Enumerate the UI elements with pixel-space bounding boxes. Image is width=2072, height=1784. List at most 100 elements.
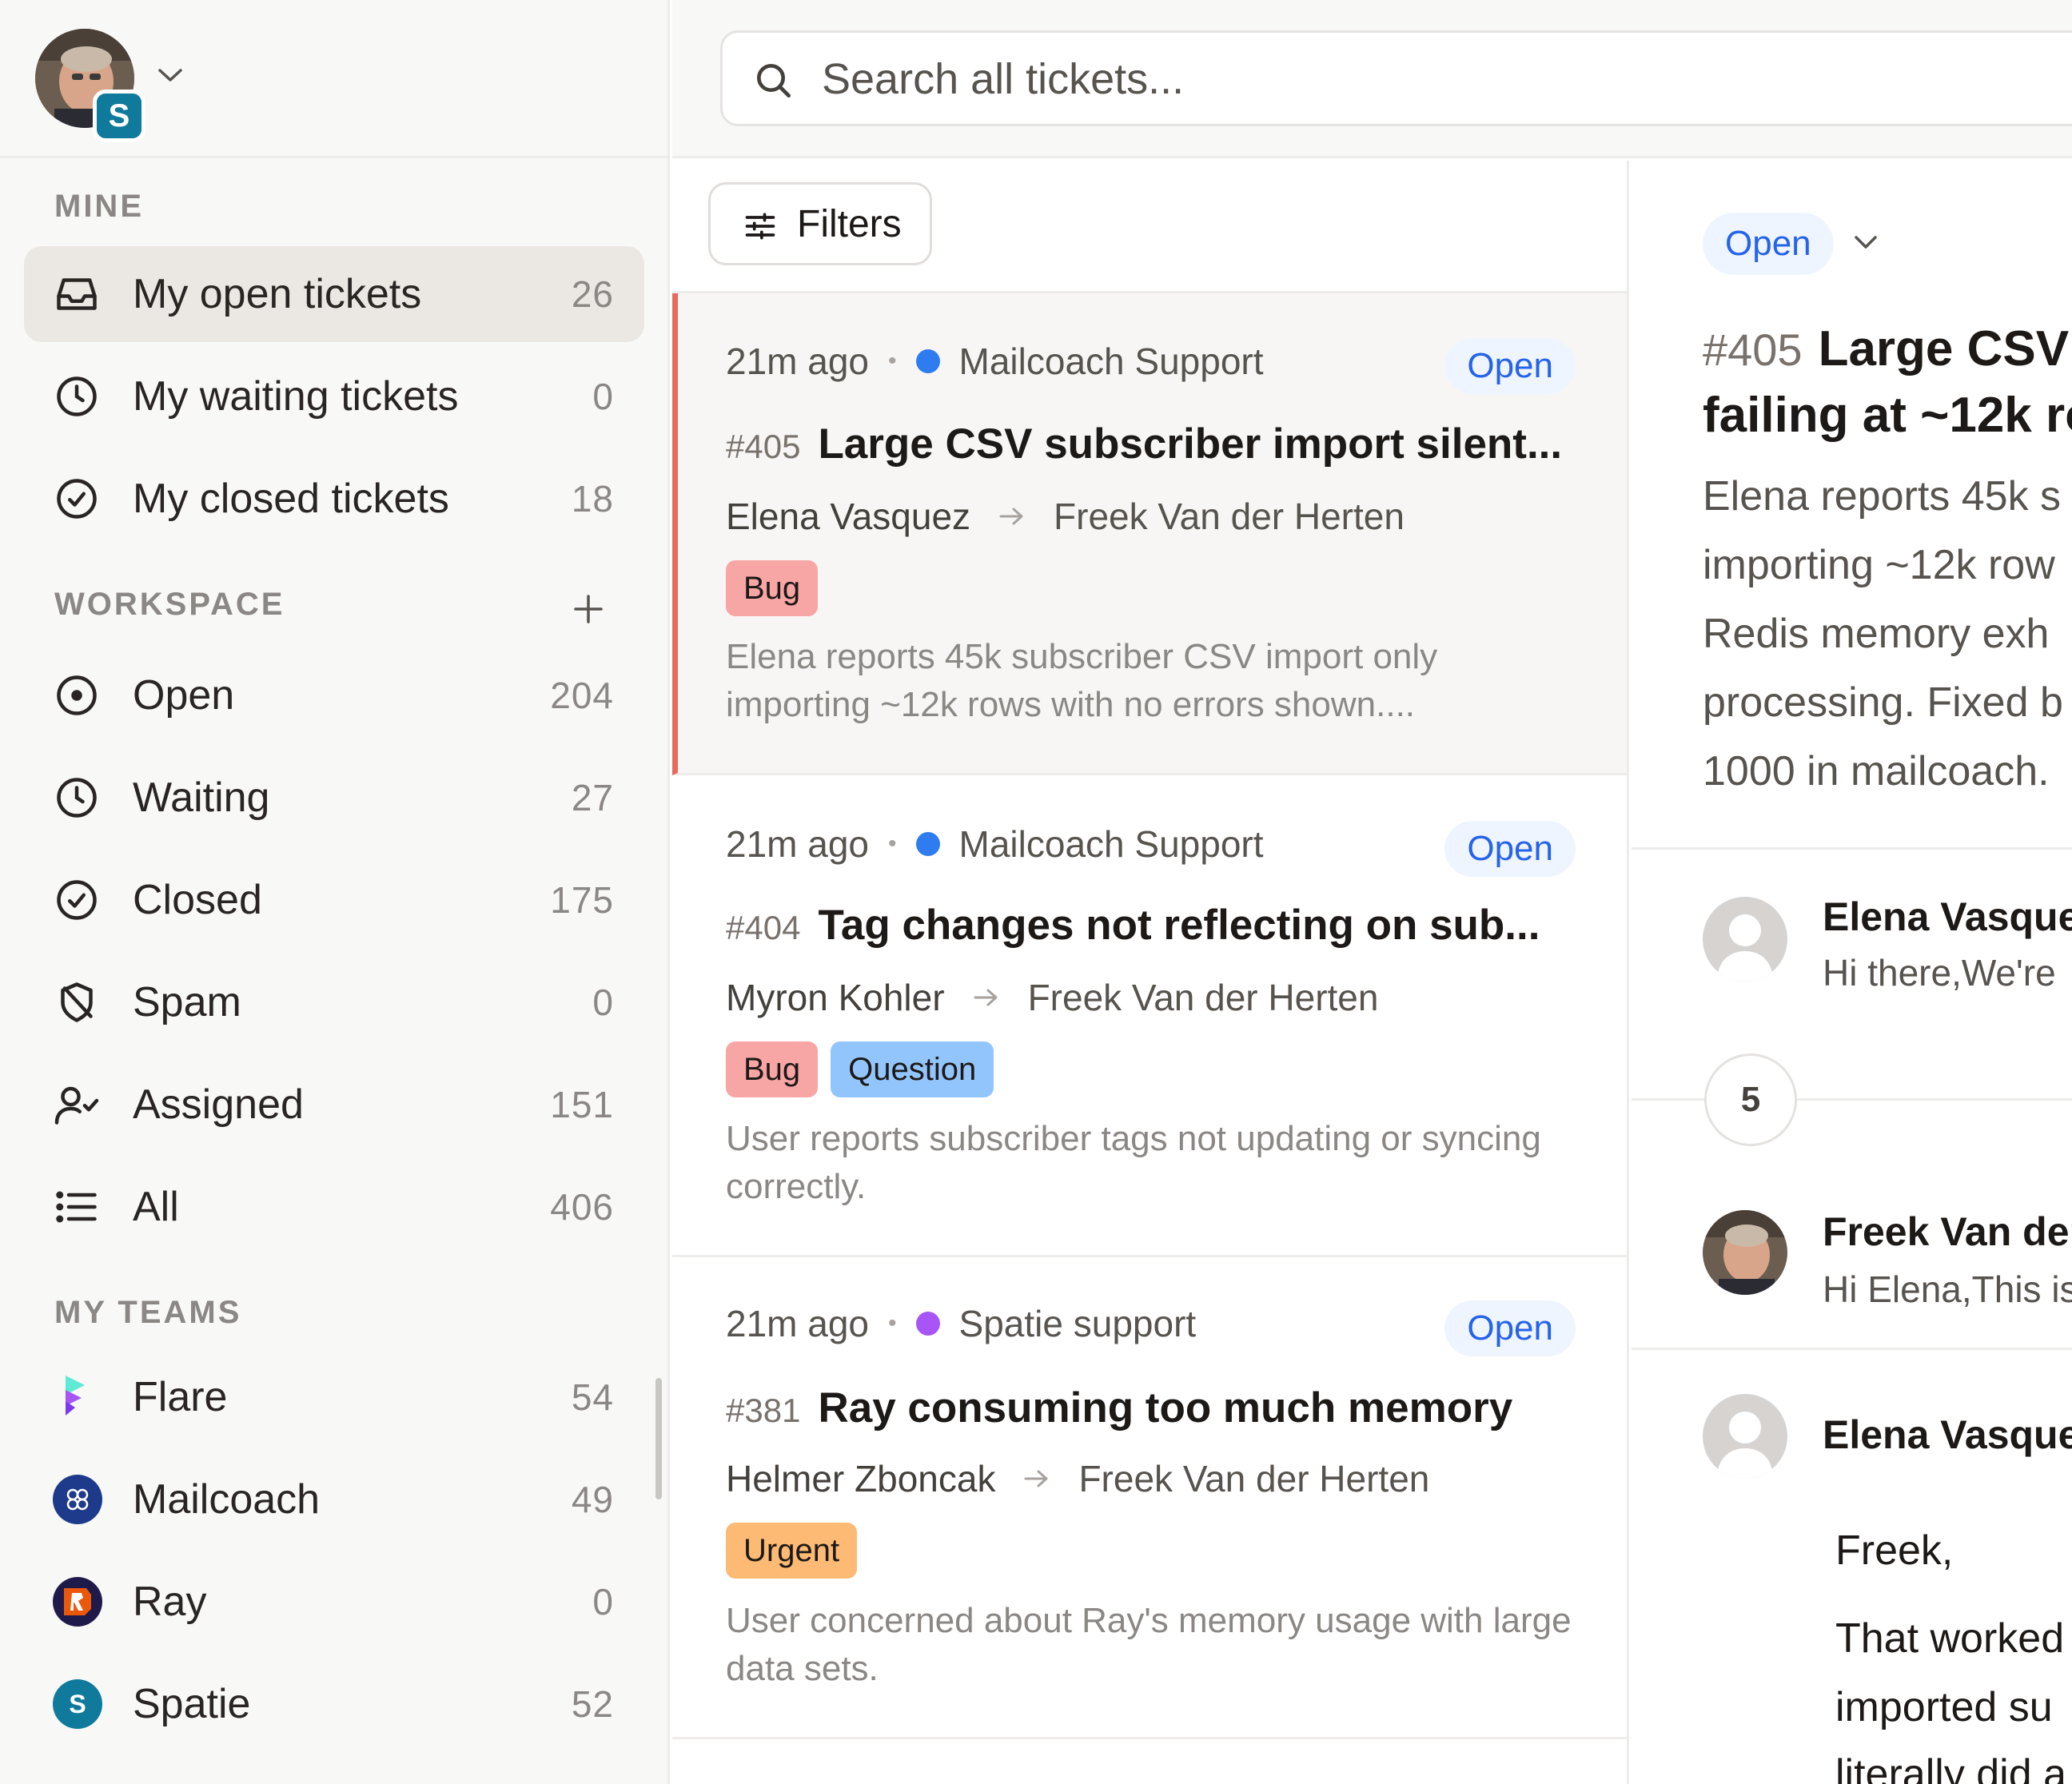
team-color-dot — [915, 349, 940, 373]
nav-label: Spam — [133, 979, 241, 1025]
filters-label: Filters — [797, 202, 902, 245]
filters-button[interactable]: Filters — [708, 182, 932, 265]
nav-label: My waiting tickets — [133, 373, 459, 420]
nav-my-waiting-tickets[interactable]: My waiting tickets 0 — [24, 348, 644, 444]
detail-title-line-2: failing at ~12k ro — [1703, 388, 2072, 443]
list-icon — [53, 1183, 101, 1231]
detail-title: #405 Large CSV failing at ~12k ro — [1703, 317, 2072, 448]
add-workspace-view-button[interactable] — [569, 590, 608, 628]
search-input[interactable] — [822, 49, 1941, 110]
nav-label: Waiting — [133, 775, 270, 821]
nav-label: My open tickets — [133, 271, 422, 317]
divider — [1632, 1348, 2072, 1350]
search-box[interactable] — [720, 30, 2072, 126]
detail-ticket-number: #405 — [1703, 325, 1803, 375]
arrow-right-icon — [999, 508, 1023, 525]
sidebar-scrollbar[interactable] — [655, 1378, 662, 1499]
nav-closed[interactable]: Closed 175 — [24, 852, 644, 948]
message-body-line: imported su — [1835, 1684, 2053, 1730]
chevron-down-icon[interactable] — [1853, 233, 1879, 251]
chevron-down-icon[interactable] — [157, 66, 184, 85]
nav-count: 151 — [550, 1084, 614, 1125]
nav-team-mailcoach[interactable]: Mailcoach 49 — [24, 1451, 644, 1547]
ticket-route: Elena Vasquez Freek Van der Herten — [726, 495, 1405, 538]
ticket-meta: 21m ago • Mailcoach Support — [726, 340, 1264, 383]
ticket-route: Helmer Zboncak Freek Van der Herten — [726, 1457, 1429, 1500]
clock-icon — [53, 774, 101, 822]
tag-bug[interactable]: Bug — [726, 1041, 819, 1097]
ticket-tags: Urgent — [726, 1523, 858, 1579]
agent-avatar — [1703, 1210, 1787, 1295]
nav-label: Ray — [133, 1579, 207, 1625]
separator: • — [888, 830, 897, 857]
ticket-number: #381 — [726, 1392, 801, 1429]
nav-all[interactable]: All 406 — [24, 1159, 644, 1255]
tag-urgent[interactable]: Urgent — [726, 1523, 858, 1579]
nav-team-ray[interactable]: Ray 0 — [24, 1554, 644, 1650]
ticket-tags: Bug Question — [726, 1041, 994, 1097]
arrow-right-icon — [1024, 1470, 1048, 1487]
team-color-dot — [915, 1312, 940, 1336]
collapsed-messages-count[interactable]: 5 — [1704, 1053, 1797, 1146]
ticket-requester: Myron Kohler — [726, 977, 945, 1018]
nav-my-open-tickets[interactable]: My open tickets 26 — [24, 246, 644, 342]
nav-count: 52 — [571, 1683, 614, 1725]
ticket-number: #405 — [726, 428, 801, 465]
current-team-badge: S — [93, 90, 145, 142]
ticket-requester: Helmer Zboncak — [726, 1458, 996, 1499]
ticket-team: Mailcoach Support — [958, 340, 1264, 382]
detail-summary: Elena reports 45k s importing ~12k row R… — [1703, 473, 2063, 794]
status-badge: Open — [1444, 1300, 1576, 1356]
avatar-placeholder — [1703, 897, 1787, 982]
nav-label: My closed tickets — [133, 476, 449, 522]
ticket-assignee: Freek Van der Herten — [1027, 977, 1379, 1018]
dot-circle-icon — [53, 671, 101, 719]
section-label-mine: MINE — [54, 189, 144, 224]
nav-label: Assigned — [133, 1081, 304, 1128]
nav-waiting[interactable]: Waiting 27 — [24, 750, 644, 846]
ticket-title: #381 Ray consuming too much memory — [726, 1384, 1512, 1432]
shield-slash-icon — [53, 978, 101, 1026]
ticket-row[interactable]: 21m ago • Spatie support Open #381 Ray c… — [672, 1257, 1627, 1739]
section-label-my-teams: MY TEAMS — [54, 1295, 242, 1330]
ticket-number: #404 — [726, 909, 801, 946]
inbox-icon — [53, 270, 101, 318]
sliders-icon — [743, 209, 778, 244]
ticket-row[interactable]: 21m ago • Mailcoach Support Open #405 La… — [672, 293, 1627, 775]
nav-team-flare[interactable]: Flare 54 — [24, 1349, 644, 1445]
ticket-team: Mailcoach Support — [958, 823, 1264, 865]
nav-count: 18 — [571, 478, 614, 520]
ticket-excerpt: Elena reports 45k subscriber CSV import … — [726, 637, 1438, 724]
tag-question[interactable]: Question — [831, 1041, 994, 1097]
search-icon — [751, 58, 796, 103]
ticket-meta: 21m ago • Mailcoach Support — [726, 822, 1264, 866]
detail-status-dropdown[interactable]: Open — [1703, 213, 1834, 275]
nav-count: 0 — [592, 376, 614, 417]
ray-logo-icon — [53, 1577, 102, 1627]
nav-count: 175 — [550, 879, 614, 921]
ticket-title: #404 Tag changes not reflecting on sub..… — [726, 901, 1540, 950]
nav-label: Mailcoach — [133, 1476, 321, 1523]
ticket-subject: Large CSV subscriber import silent... — [818, 420, 1563, 468]
nav-spam[interactable]: Spam 0 — [24, 954, 644, 1050]
user-check-icon — [53, 1081, 101, 1129]
nav-label: Flare — [133, 1374, 228, 1420]
clock-icon — [53, 372, 101, 420]
nav-my-closed-tickets[interactable]: My closed tickets 18 — [24, 451, 644, 547]
avatar-placeholder — [1703, 1394, 1787, 1479]
nav-open[interactable]: Open 204 — [24, 647, 644, 743]
flare-logo-icon — [53, 1372, 102, 1422]
message-preview: Hi Elena,This is — [1823, 1268, 2072, 1310]
section-label-workspace: WORKSPACE — [54, 587, 285, 622]
nav-team-spatie[interactable]: S Spatie 52 — [24, 1656, 644, 1752]
nav-label: Spatie — [133, 1681, 251, 1727]
nav-assigned[interactable]: Assigned 151 — [24, 1057, 644, 1153]
ticket-excerpt: User concerned about Ray's memory usage … — [726, 1601, 1572, 1688]
ticket-row[interactable]: 21m ago • Mailcoach Support Open #404 Ta… — [672, 778, 1627, 1257]
ticket-assignee: Freek Van der Herten — [1078, 1458, 1430, 1499]
separator: • — [888, 1310, 897, 1336]
message-author: Freek Van der — [1823, 1209, 2072, 1254]
nav-count: 54 — [571, 1376, 614, 1418]
nav-count: 204 — [550, 675, 614, 716]
tag-bug[interactable]: Bug — [726, 560, 819, 616]
